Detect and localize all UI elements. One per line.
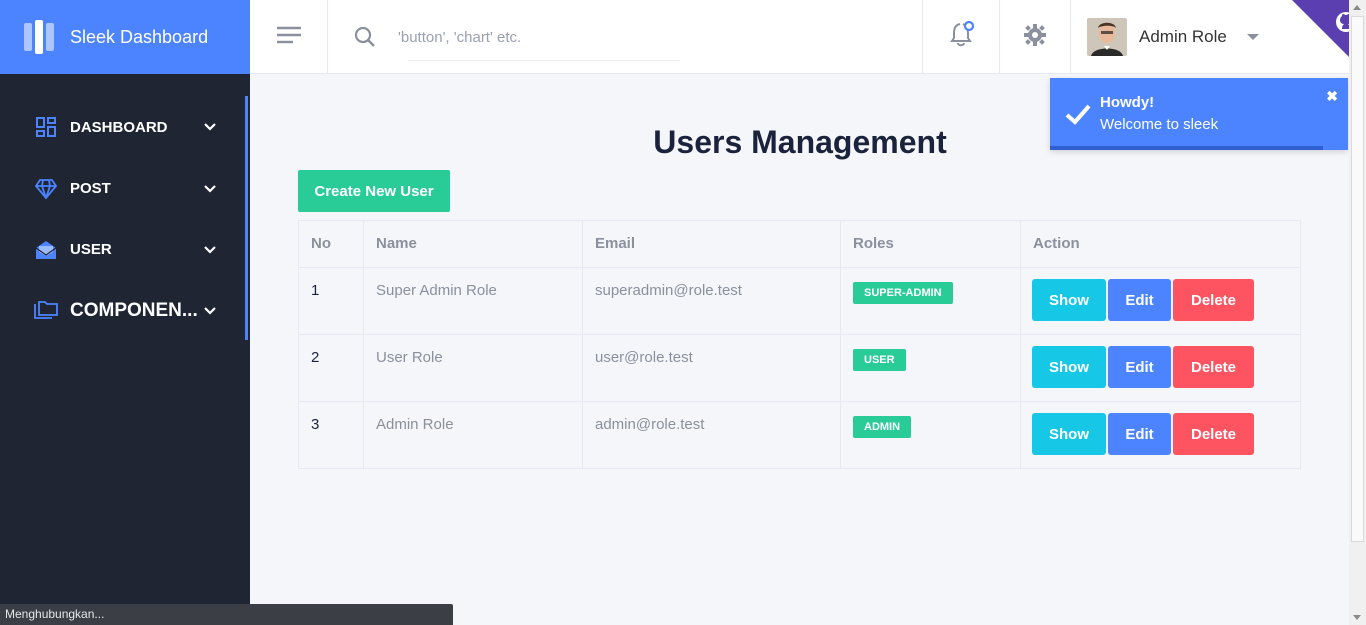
brand-logo-icon <box>24 20 56 54</box>
cell-roles: SUPER-ADMIN <box>840 267 1021 335</box>
brand-name: Sleek Dashboard <box>70 26 209 47</box>
scroll-thumb[interactable] <box>1351 16 1364 542</box>
brand[interactable]: Sleek Dashboard <box>0 0 250 74</box>
close-icon[interactable]: ✖ <box>1326 88 1338 105</box>
menu-icon <box>276 26 302 48</box>
email-open-icon <box>34 238 58 262</box>
cell-no: 3 <box>298 401 364 469</box>
chevron-down-icon <box>203 243 217 257</box>
caret-down-icon <box>1246 34 1259 40</box>
page-scrollbar[interactable] <box>1349 0 1366 625</box>
edit-button[interactable]: Edit <box>1108 279 1171 321</box>
diamond-icon <box>34 177 58 201</box>
sidebar-item-user[interactable]: USER <box>0 219 245 280</box>
toast-progress-bar <box>1050 146 1323 150</box>
check-icon <box>1064 100 1092 128</box>
create-user-button[interactable]: Create New User <box>298 170 450 212</box>
sidebar-item-label: POST <box>70 180 111 197</box>
column-header-name: Name <box>363 220 583 268</box>
column-header-roles: Roles <box>840 220 1021 268</box>
chevron-down-icon <box>203 120 217 134</box>
delete-button[interactable]: Delete <box>1173 346 1254 388</box>
top-header: Admin Role <box>250 0 1366 74</box>
cell-name: User Role <box>363 334 583 402</box>
chevron-down-icon <box>203 182 217 196</box>
toast-notification: Howdy! Welcome to sleek ✖ <box>1050 78 1348 150</box>
cell-no: 1 <box>298 267 364 335</box>
sidebar-item-components[interactable]: COMPONEN... <box>0 280 245 341</box>
search-dropdown-edge <box>408 60 680 70</box>
role-badge: SUPER-ADMIN <box>853 282 953 304</box>
cell-name: Super Admin Role <box>363 267 583 335</box>
show-button[interactable]: Show <box>1032 279 1106 321</box>
search-bar <box>328 0 923 74</box>
cell-email: superadmin@role.test <box>582 267 841 335</box>
search-input[interactable] <box>398 28 798 46</box>
chevron-down-icon <box>203 304 217 318</box>
show-button[interactable]: Show <box>1032 413 1106 455</box>
folders-icon <box>34 299 58 323</box>
settings-button[interactable] <box>999 0 1070 74</box>
sidebar-item-label: COMPONEN... <box>70 299 198 321</box>
cell-name: Admin Role <box>363 401 583 469</box>
users-table: No Name Email Roles Action 1 Super Admin… <box>298 220 1301 469</box>
column-header-action: Action <box>1020 220 1301 268</box>
role-badge: ADMIN <box>853 416 912 438</box>
browser-status-bar: Menghubungkan... <box>0 604 453 625</box>
show-button[interactable]: Show <box>1032 346 1106 388</box>
notifications-button[interactable] <box>922 0 1000 74</box>
cell-actions: Show Edit Delete <box>1020 401 1301 469</box>
toast-title: Howdy! <box>1100 94 1155 111</box>
table-row: 2 User Role user@role.test USER Show Edit… <box>298 334 1301 402</box>
user-name: Admin Role <box>1139 27 1227 46</box>
search-icon[interactable] <box>354 26 376 48</box>
column-header-email: Email <box>582 220 841 268</box>
sidebar-item-post[interactable]: POST <box>0 158 245 219</box>
table-header-row: No Name Email Roles Action <box>298 220 1301 268</box>
delete-button[interactable]: Delete <box>1173 413 1254 455</box>
table-row: 3 Admin Role admin@role.test ADMIN Show E… <box>298 401 1301 469</box>
cell-roles: USER <box>840 334 1021 402</box>
avatar <box>1087 18 1127 56</box>
scroll-up-arrow-icon[interactable] <box>1353 5 1361 10</box>
delete-button[interactable]: Delete <box>1173 279 1254 321</box>
bell-icon <box>949 20 975 53</box>
edit-button[interactable]: Edit <box>1108 346 1171 388</box>
gear-icon <box>1024 24 1046 50</box>
cell-no: 2 <box>298 334 364 402</box>
cell-actions: Show Edit Delete <box>1020 267 1301 335</box>
dashboard-icon <box>34 115 58 139</box>
edit-button[interactable]: Edit <box>1108 413 1171 455</box>
sidebar-item-label: USER <box>70 241 112 258</box>
sidebar-toggle-button[interactable] <box>250 0 328 74</box>
sidebar-nav: DASHBOARD POST USER COMPONEN... <box>0 96 248 340</box>
column-header-no: No <box>298 220 364 268</box>
sidebar-item-label: DASHBOARD <box>70 118 168 136</box>
role-badge: USER <box>853 349 906 371</box>
scroll-down-arrow-icon[interactable] <box>1353 615 1361 620</box>
cell-roles: ADMIN <box>840 401 1021 469</box>
cell-actions: Show Edit Delete <box>1020 334 1301 402</box>
table-row: 1 Super Admin Role superadmin@role.test … <box>298 267 1301 335</box>
cell-email: admin@role.test <box>582 401 841 469</box>
toast-message: Welcome to sleek <box>1100 116 1219 133</box>
sidebar: Sleek Dashboard DASHBOARD POST USER COMP… <box>0 0 250 625</box>
cell-email: user@role.test <box>582 334 841 402</box>
sidebar-item-dashboard[interactable]: DASHBOARD <box>0 96 245 158</box>
